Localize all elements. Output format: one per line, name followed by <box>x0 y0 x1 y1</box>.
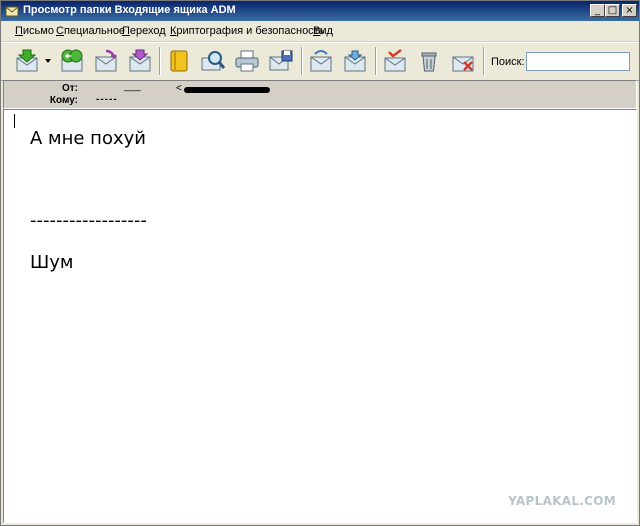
from-name[interactable]: ___ <box>124 81 141 92</box>
mark-icon <box>384 49 406 72</box>
from-email-prefix: < <box>176 83 182 94</box>
menu-letter-label: исьмо <box>22 25 54 37</box>
address-book-icon <box>170 50 188 72</box>
minimize-button[interactable]: _ <box>590 4 605 17</box>
menu-bar: Письмо Специальное Переход Криптография … <box>1 21 639 42</box>
save-mail-button[interactable] <box>267 48 295 74</box>
to-value[interactable]: ----- <box>96 94 118 105</box>
toolbar-separator <box>301 47 303 75</box>
envelope-icon <box>5 6 19 17</box>
toolbar-separator <box>483 47 485 75</box>
menu-special-mnemonic: С <box>56 25 64 37</box>
search-mail-button[interactable] <box>199 48 227 74</box>
print-icon <box>235 50 259 72</box>
toolbar-separator <box>159 47 161 75</box>
window-title: Просмотр папки Входящие ящика ADM <box>23 4 236 16</box>
copy-mail-button[interactable] <box>341 48 369 74</box>
delete-icon <box>421 52 437 72</box>
junk-icon <box>452 56 474 72</box>
mark-button[interactable] <box>381 48 409 74</box>
message-line: А мне похуй <box>30 128 146 149</box>
move-mail-icon <box>310 50 332 72</box>
watermark: YAPLAKAL.COM <box>508 494 616 508</box>
to-label: Кому: <box>49 95 78 106</box>
menu-crypto-label: риптография и безопасность <box>176 25 325 37</box>
signature-separator: ------------------ <box>30 210 147 231</box>
maximize-button[interactable]: □ <box>605 4 620 17</box>
search-label: Поиск: <box>491 56 525 68</box>
get-mail-dropdown-arrow[interactable] <box>45 59 51 63</box>
delete-button[interactable] <box>415 48 443 74</box>
menu-go-mnemonic: П <box>122 25 130 37</box>
menu-letter-mnemonic: П <box>15 25 23 37</box>
message-header: От: ___ < Кому: ----- <box>3 80 637 109</box>
address-book-button[interactable] <box>165 48 193 74</box>
get-mail-icon <box>16 49 38 72</box>
menu-special-label: пециальное <box>63 25 126 37</box>
menu-view[interactable]: Вид <box>313 25 333 37</box>
forward-back-icon <box>61 49 83 72</box>
get-mail-button[interactable] <box>13 48 41 74</box>
toolbar: Поиск: <box>1 42 639 81</box>
close-button[interactable]: × <box>622 4 637 17</box>
text-cursor <box>14 114 15 128</box>
search-input[interactable] <box>526 52 630 71</box>
menu-crypto[interactable]: Криптография и безопасность <box>170 25 324 37</box>
from-label: От: <box>61 83 78 94</box>
redacted-email <box>184 87 270 93</box>
message-body[interactable]: А мне похуй ------------------ Шум YAPLA… <box>3 109 637 523</box>
junk-button[interactable] <box>449 48 477 74</box>
menu-special[interactable]: Специальное <box>56 25 125 37</box>
title-bar[interactable]: Просмотр папки Входящие ящика ADM _ □ × <box>1 1 639 21</box>
reply-button[interactable] <box>92 48 120 74</box>
signature: Шум <box>30 252 74 273</box>
toolbar-separator <box>375 47 377 75</box>
forward-back-button[interactable] <box>58 48 86 74</box>
save-mail-icon <box>269 50 293 71</box>
menu-letter[interactable]: Письмо <box>15 25 54 37</box>
menu-go-label: ереход <box>129 25 166 37</box>
search-mail-icon <box>201 51 226 71</box>
reply-all-icon <box>129 49 151 72</box>
move-mail-button[interactable] <box>307 48 335 74</box>
reply-icon <box>95 49 117 72</box>
menu-go[interactable]: Переход <box>122 25 166 37</box>
mail-window: Просмотр папки Входящие ящика ADM _ □ × … <box>0 0 640 526</box>
menu-view-label: ид <box>320 25 333 37</box>
print-button[interactable] <box>233 48 261 74</box>
copy-mail-icon <box>344 50 366 72</box>
reply-all-button[interactable] <box>126 48 154 74</box>
